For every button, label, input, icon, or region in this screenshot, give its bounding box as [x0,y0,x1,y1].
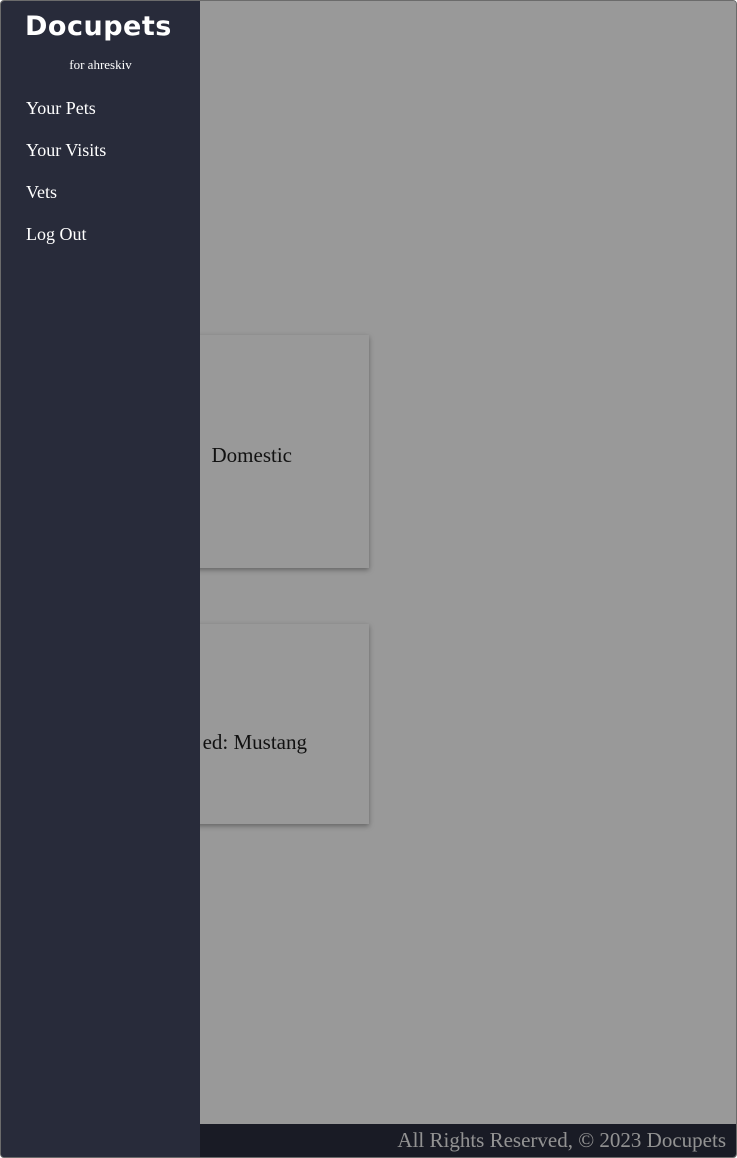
sidebar-nav: Your Pets Your Visits Vets Log Out [26,96,106,264]
sidebar-item-log-out[interactable]: Log Out [26,222,106,264]
user-greeting: for ahreskiv [69,57,132,72]
brand-logo[interactable]: Docupets [25,10,175,44]
browser-frame: ets Domestic ed: Mustang All Rights Rese… [0,0,737,1158]
sidebar-item-your-visits[interactable]: Your Visits [26,138,106,180]
sidebar-item-your-pets[interactable]: Your Pets [26,96,106,138]
sidebar-item-vets[interactable]: Vets [26,180,106,222]
sidebar-drawer: Docupets for ahreskiv Your Pets Your Vis… [1,1,200,1157]
